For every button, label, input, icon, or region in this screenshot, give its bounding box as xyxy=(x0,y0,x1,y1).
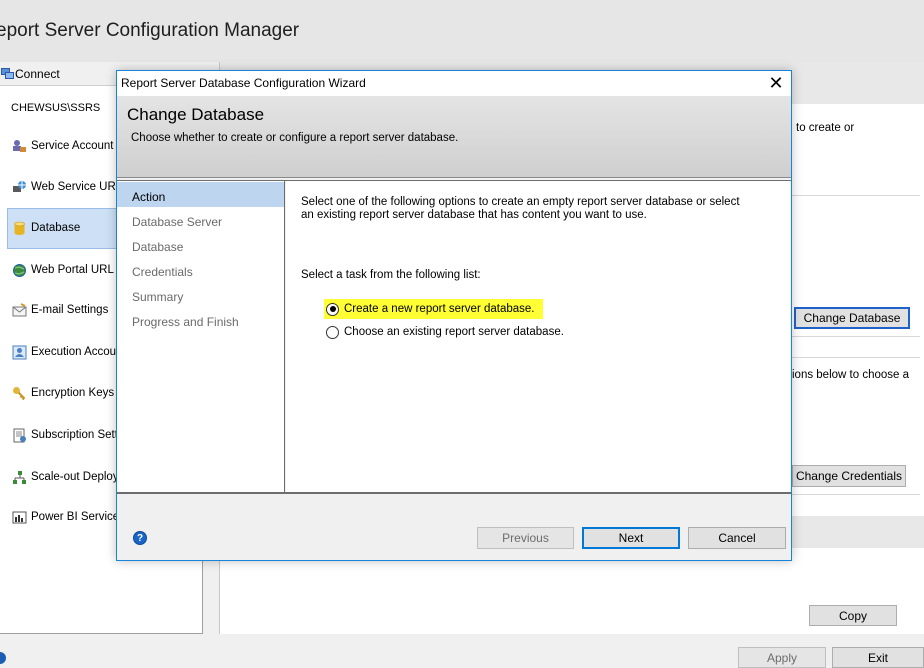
divider xyxy=(117,180,791,181)
globe-icon xyxy=(13,264,26,277)
sidebar-item-label: Scale-out Deploym xyxy=(31,471,129,483)
cancel-button[interactable]: Cancel xyxy=(688,527,786,549)
change-database-button[interactable]: Change Database xyxy=(794,307,910,329)
connect-button[interactable]: Connect xyxy=(15,67,60,81)
sidebar-item-label: Power BI Service xyxy=(31,511,120,523)
sidebar-item-label: E-mail Settings xyxy=(31,304,109,316)
wizard-step-summary[interactable]: Summary xyxy=(117,282,284,307)
subscription-icon xyxy=(13,428,26,443)
wizard-step-progress-and-finish[interactable]: Progress and Finish xyxy=(117,307,284,332)
dialog-heading: Change Database xyxy=(127,105,265,124)
option-choose-existing-database[interactable]: Choose an existing report server databas… xyxy=(324,322,564,342)
app-title: eport Server Configuration Manager xyxy=(0,20,300,41)
database-icon xyxy=(14,221,25,235)
results-header-strip xyxy=(785,516,924,548)
wizard-step-label: Summary xyxy=(132,290,184,304)
sidebar-item-label: Web Service URL xyxy=(31,181,123,193)
sidebar-item-label: Encryption Keys xyxy=(31,387,115,399)
sidebar-item-label: Subscription Setti xyxy=(31,429,121,441)
option-create-new-database[interactable]: Create a new report server database. xyxy=(324,299,543,319)
credentials-description-text: ions below to choose a xyxy=(792,369,909,381)
dialog-title: Report Server Database Configuration Wiz… xyxy=(121,76,366,90)
sidebar-item-label: Database xyxy=(31,222,81,234)
wizard-step-label: Database Server xyxy=(132,215,223,229)
email-icon xyxy=(12,303,27,317)
intro-text: Select one of the following options to c… xyxy=(301,196,740,221)
wizard-step-database[interactable]: Database xyxy=(117,232,284,257)
apply-button[interactable]: Apply xyxy=(738,647,826,668)
web-service-icon xyxy=(13,181,26,192)
dialog-subheading: Choose whether to create or configure a … xyxy=(131,132,459,144)
database-description-text: to create or xyxy=(796,122,855,134)
previous-button[interactable]: Previous xyxy=(477,527,574,549)
connect-icon[interactable] xyxy=(1,67,14,80)
next-button[interactable]: Next xyxy=(582,527,680,549)
radio-button[interactable] xyxy=(326,302,339,316)
wizard-step-label: Progress and Finish xyxy=(132,315,239,329)
sidebar-item-label: Web Portal URL xyxy=(31,264,114,276)
sidebar-item-label: Execution Accoun xyxy=(31,346,123,358)
wizard-step-label: Credentials xyxy=(132,265,193,279)
option-label: Create a new report server database. xyxy=(344,303,535,315)
exit-button[interactable]: Exit xyxy=(832,647,924,668)
close-icon[interactable]: ✕ xyxy=(766,72,786,94)
help-icon[interactable]: ? xyxy=(133,531,147,545)
option-label: Choose an existing report server databas… xyxy=(344,326,564,338)
key-icon xyxy=(13,387,26,401)
server-name[interactable]: CHEWSUS\SSRS xyxy=(11,102,100,114)
power-bi-icon xyxy=(12,511,27,524)
wizard-step-label: Action xyxy=(132,190,166,204)
execution-account-icon xyxy=(12,345,27,360)
sidebar-item-label: Service Account xyxy=(31,140,114,152)
scale-out-icon xyxy=(13,471,26,484)
wizard-step-label: Database xyxy=(132,240,184,254)
wizard-step-action[interactable]: Action xyxy=(117,182,284,207)
wizard-step-credentials[interactable]: Credentials xyxy=(117,257,284,282)
app-help-icon[interactable] xyxy=(0,652,6,664)
radio-button[interactable] xyxy=(326,325,339,339)
change-credentials-button[interactable]: Change Credentials xyxy=(792,465,906,487)
wizard-step-database-server[interactable]: Database Server xyxy=(117,207,284,232)
task-prompt: Select a task from the following list: xyxy=(301,269,481,281)
copy-button[interactable]: Copy xyxy=(809,605,897,626)
service-account-icon xyxy=(13,140,26,152)
